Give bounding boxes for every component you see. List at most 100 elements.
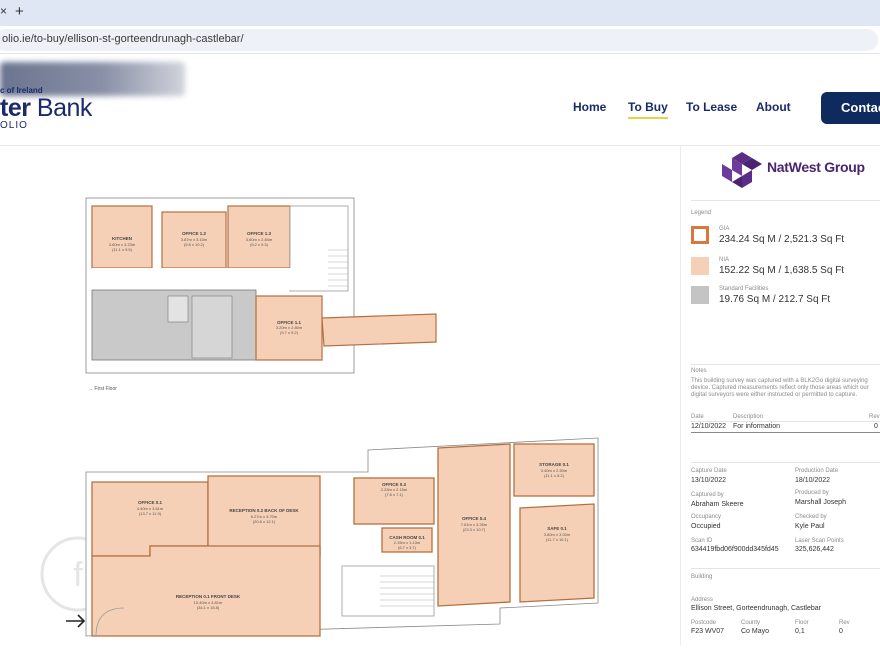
svg-text:(23.3 x 10.7): (23.3 x 10.7)	[463, 527, 486, 532]
postcode: F23 WV07	[691, 628, 725, 635]
postcode-label: Postcode	[691, 620, 717, 626]
ground-stairs	[341, 565, 435, 617]
url-input[interactable]: olio.ie/to-buy/ellison-st-gorteendrunagh…	[0, 29, 878, 51]
svg-text:OFFICE 1.2: OFFICE 1.2	[182, 231, 207, 236]
ground-floor-plan: OFFICE 0.1 4.40m x 3.61m (13.7 x 11.9) R…	[66, 437, 599, 637]
legend-swatch-standard	[691, 286, 709, 304]
logo-footer: OLIO	[0, 120, 28, 131]
legend-tag-standard: Standard Facilities	[719, 286, 769, 292]
produced-by: Marshall Joseph	[795, 499, 846, 506]
county: Co Mayo	[741, 628, 770, 635]
legend-value-standard: 19.76 Sq M / 212.7 Sq Ft	[719, 294, 831, 305]
tab-close-icon[interactable]: ×	[0, 4, 7, 18]
svg-text:f: f	[73, 556, 83, 594]
table-header-description: Description	[733, 414, 764, 420]
svg-text:(9.2 x 9.3): (9.2 x 9.3)	[250, 242, 269, 247]
url-text: olio.ie/to-buy/ellison-st-gorteendrunagh…	[2, 33, 244, 45]
logo-rest: Bank	[30, 94, 93, 122]
laser-points: 325,626,442	[795, 546, 834, 553]
site-logo[interactable]: ter Bank	[0, 94, 92, 123]
svg-text:OFFICE 1.3: OFFICE 1.3	[247, 231, 272, 236]
balcony	[321, 313, 437, 347]
table-row-rev: 0	[874, 423, 878, 430]
county-label: County	[741, 620, 761, 626]
natwest-logo: NatWest Group	[721, 150, 871, 190]
legend-tag-gia: GIA	[719, 226, 730, 232]
legend-swatch-gia	[691, 226, 709, 244]
contact-button[interactable]: Contac	[821, 92, 880, 124]
occupancy-label: Occupancy	[691, 514, 722, 520]
svg-text:(9.8 x 10.2): (9.8 x 10.2)	[184, 242, 205, 247]
svg-text:SAFE 0.1: SAFE 0.1	[547, 526, 567, 531]
svg-text:(11.7 x 10.1): (11.7 x 10.1)	[546, 537, 569, 542]
room-office-0-1	[91, 481, 209, 557]
new-tab-button[interactable]: +	[15, 4, 24, 20]
svg-text:RECEPTION 0.2 BACK OF DESK: RECEPTION 0.2 BACK OF DESK	[229, 508, 299, 513]
svg-text:(11.1 x 9.5): (11.1 x 9.5)	[112, 247, 133, 252]
checked-by-label: Checked by	[795, 514, 827, 520]
address-bar: olio.ie/to-buy/ellison-st-gorteendrunagh…	[0, 26, 880, 54]
notes-title: Notes	[691, 368, 707, 374]
browser-tab-bar: × +	[0, 0, 880, 26]
site-header: c of Ireland ter Bank OLIO Home To Buy T…	[0, 54, 880, 146]
captured-by-label: Captured by	[691, 492, 724, 498]
address-label: Address	[691, 597, 714, 603]
rev: 0	[839, 628, 843, 635]
laser-points-label: Laser Scan Points	[795, 538, 844, 544]
legend-value-gia: 234.24 Sq M / 2,521.3 Sq Ft	[719, 234, 845, 245]
svg-text:OFFICE 0.4: OFFICE 0.4	[462, 516, 487, 521]
svg-text:(20.6 x 12.1): (20.6 x 12.1)	[253, 519, 276, 524]
svg-text:→ First Floor: → First Floor	[88, 386, 117, 392]
room-reception-0-1	[91, 545, 321, 637]
legend-value-nia: 152.22 Sq M / 1,638.5 Sq Ft	[719, 265, 845, 276]
first-floor-label: First Floor	[94, 386, 117, 392]
svg-text:(9.7 x 9.2): (9.7 x 9.2)	[280, 330, 299, 335]
captured-by: Abraham Skeere	[691, 501, 744, 508]
checked-by: Kyle Paul	[795, 523, 825, 530]
corridor	[92, 268, 324, 290]
table-header-rev: Rev	[869, 414, 880, 420]
notes-text: This building survey was captured with a…	[691, 378, 869, 398]
svg-text:(13.7 x 11.9): (13.7 x 11.9)	[139, 511, 162, 516]
svg-text:(34.1 x 15.8): (34.1 x 15.8)	[197, 605, 220, 610]
capture-date-label: Capture Date	[691, 468, 727, 474]
survey-info-panel: NatWest Group Legend GIA 234.24 Sq M / 2…	[680, 146, 880, 645]
logo-bold: ter	[0, 94, 31, 122]
natwest-cube-icon	[722, 152, 762, 188]
table-row-description: For information	[733, 423, 781, 430]
table-row-date: 12/10/2022	[691, 423, 727, 430]
floor: 0,1	[795, 628, 805, 635]
svg-text:OFFICE 0.1: OFFICE 0.1	[138, 500, 163, 505]
room-safe	[519, 503, 595, 603]
entrance-arrow-icon	[66, 614, 86, 628]
svg-text:(11.1 x 8.2): (11.1 x 8.2)	[544, 473, 565, 478]
legend-title: Legend	[691, 210, 712, 216]
svg-text:KITCHEN: KITCHEN	[112, 236, 132, 241]
address: Ellison Street, Gorteendrunagh, Castleba…	[691, 605, 821, 612]
building-label: Building	[691, 574, 713, 580]
floor-label: Floor	[795, 620, 809, 626]
produced-by-label: Produced by	[795, 490, 829, 496]
svg-text:(7.6 x 7.1): (7.6 x 7.1)	[385, 492, 404, 497]
legend-swatch-nia	[691, 257, 709, 275]
svg-text:STORAGE 0.1: STORAGE 0.1	[539, 462, 569, 467]
first-floor-plan: KITCHEN 3.60m x 3.23m (11.1 x 9.5) OFFIC…	[85, 197, 437, 392]
svg-text:RECEPTION 0.1 FRONT DESK: RECEPTION 0.1 FRONT DESK	[176, 594, 241, 599]
capture-date: 13/10/2022	[691, 477, 727, 484]
svg-text:(6.7 x 3.7): (6.7 x 3.7)	[398, 545, 417, 550]
production-date-label: Production Date	[795, 468, 839, 474]
brand-name: NatWest Group	[767, 159, 865, 175]
scan-id: 634419fbd06f900dd345fd45	[691, 546, 779, 553]
scan-id-label: Scan ID	[691, 538, 713, 544]
occupancy: Occupied	[691, 523, 721, 530]
floor-plan: f KITCHEN 3.60m x 3.23m (11.1 x 9.5) OFF…	[0, 146, 680, 645]
floor-plan-svg: f KITCHEN 3.60m x 3.23m (11.1 x 9.5) OFF…	[40, 197, 599, 637]
legend-tag-nia: NIA	[719, 257, 730, 263]
production-date: 18/10/2022	[795, 477, 831, 484]
nav-home[interactable]: Home	[573, 100, 606, 114]
nav-to-buy[interactable]: To Buy	[628, 100, 668, 119]
nav-about[interactable]: About	[756, 100, 791, 114]
nav-to-lease[interactable]: To Lease	[686, 100, 737, 114]
rev-label: Rev	[839, 620, 850, 626]
table-header-date: Date	[691, 414, 704, 420]
